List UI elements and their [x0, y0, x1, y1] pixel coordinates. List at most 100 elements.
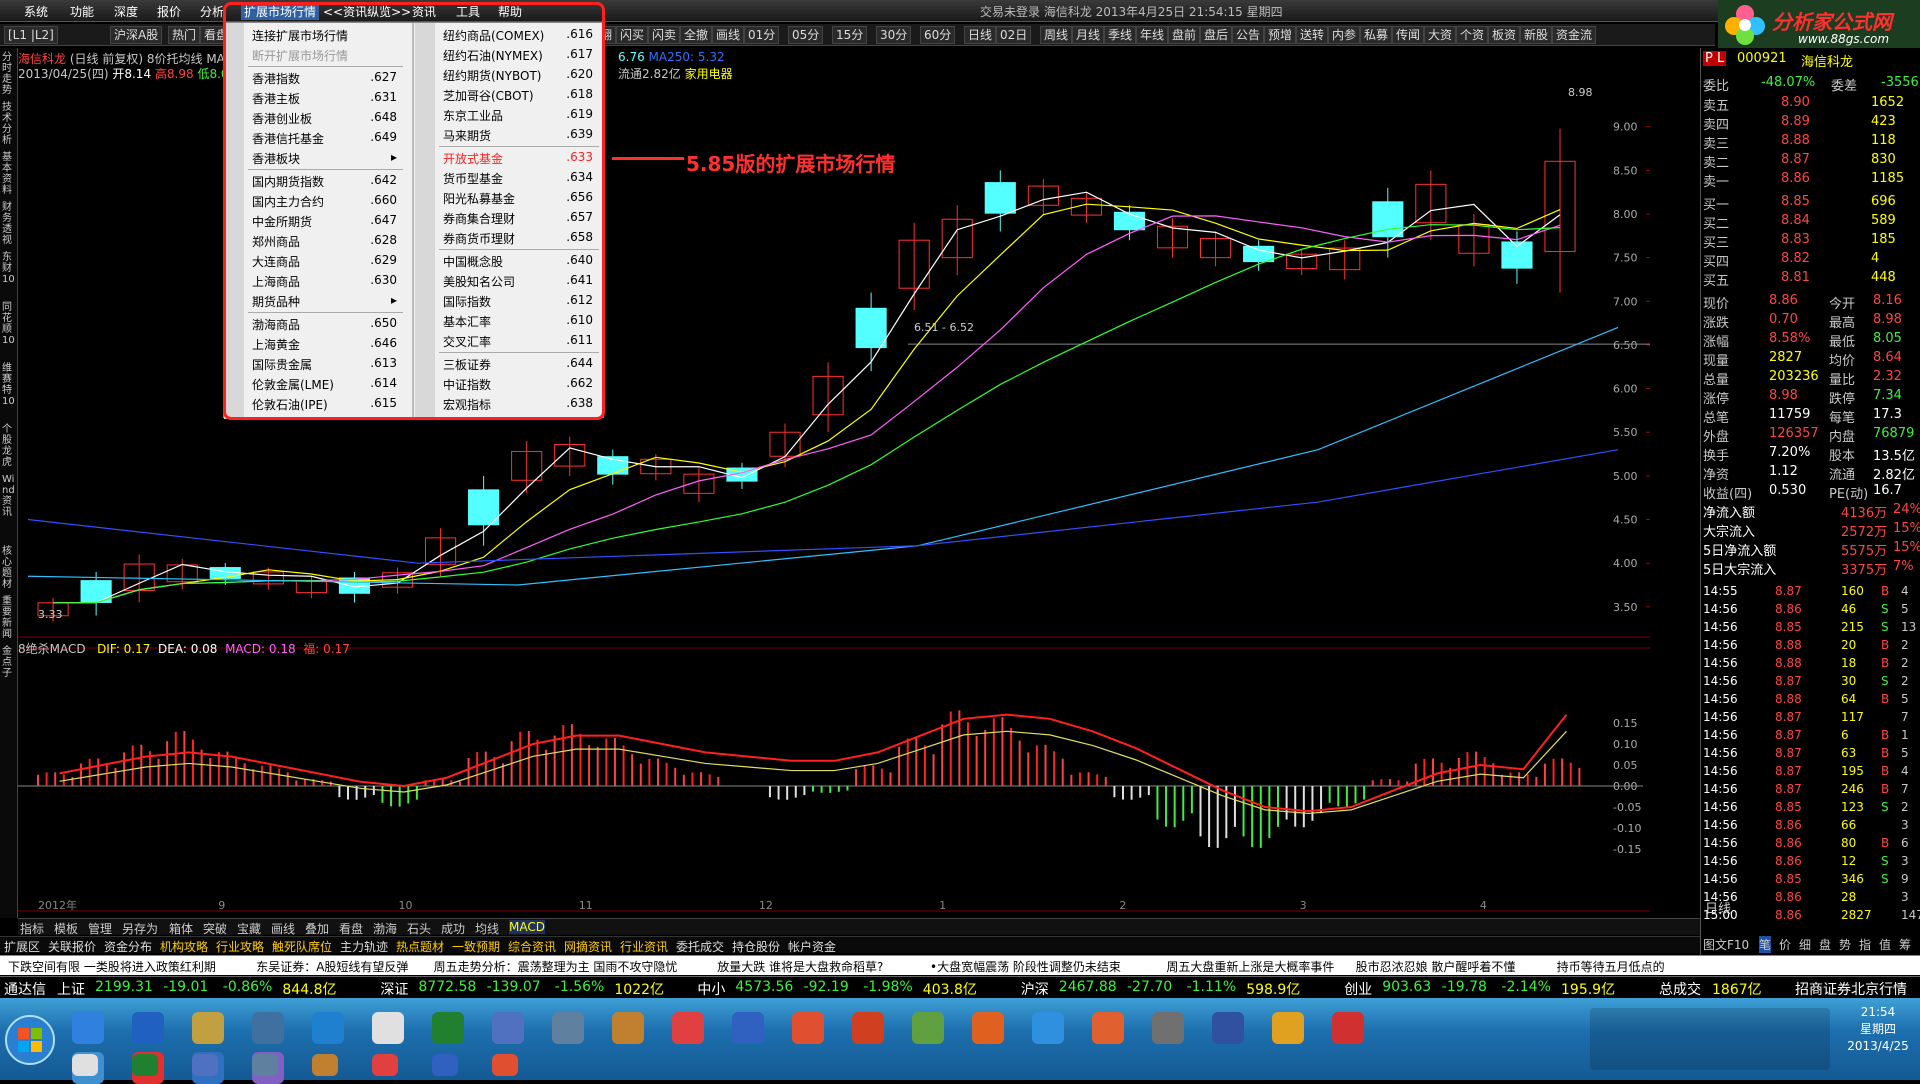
toolbar-button[interactable]: 全撤 — [680, 26, 713, 44]
panel-tab[interactable]: 盘 — [1819, 936, 1831, 953]
toolbar-button[interactable]: 周线 — [1040, 26, 1073, 44]
info-tab[interactable]: 行业攻略 — [216, 938, 264, 955]
left-tab[interactable]: 基本资料 — [2, 152, 16, 196]
toolbar-button[interactable]: 传闻 — [1392, 26, 1425, 44]
dropdown-item[interactable]: 纽约期货(NYBOT) .620 — [443, 67, 593, 86]
dropdown-item[interactable]: 芝加哥谷(CBOT) .618 — [443, 87, 593, 106]
left-tab[interactable]: 维赛特10 — [2, 363, 16, 407]
indicator-tab[interactable]: 箱体 — [169, 920, 193, 937]
dropdown-item[interactable]: 中金所期货 .647 — [252, 213, 397, 232]
toolbar-button[interactable]: 日线 — [964, 26, 997, 44]
info-tab[interactable]: 机构攻略 — [160, 938, 208, 955]
dropdown-item[interactable]: 券商货币理财 .658 — [443, 230, 593, 249]
toolbar-button[interactable]: 30分 — [876, 26, 912, 44]
indicator-tab[interactable]: 另存为 — [122, 920, 158, 937]
dropdown-item[interactable]: 基本汇率 .610 — [443, 313, 593, 332]
dropdown-item[interactable]: 马来期货 .639 — [443, 127, 593, 146]
taskbar-app-icon[interactable] — [732, 1012, 764, 1044]
taskbar-app-icon[interactable] — [192, 1012, 224, 1044]
toolbar-button[interactable]: 15分 — [832, 26, 868, 44]
indicator-tab[interactable]: 渤海 — [373, 920, 397, 937]
dropdown-item[interactable]: 券商集合理财 .657 — [443, 210, 593, 229]
info-tab[interactable]: 帐户资金 — [788, 938, 836, 955]
news-item[interactable]: 持币等待五月低点的 — [1557, 958, 1665, 975]
taskbar-app-icon[interactable] — [492, 1012, 524, 1044]
toolbar-button[interactable]: 新股 — [1520, 26, 1553, 44]
indicator-tab[interactable]: 叠加 — [305, 920, 329, 937]
toolbar-button[interactable]: 个资 — [1456, 26, 1489, 44]
menu-analysis[interactable]: 分析 — [200, 3, 224, 20]
info-tab[interactable]: 资金分布 — [104, 938, 152, 955]
toolbar-button[interactable]: 01分 — [744, 26, 780, 44]
left-tab[interactable]: 技术分析 — [2, 102, 16, 146]
left-tab[interactable]: 东财10 — [2, 252, 16, 285]
taskbar-app-icon[interactable] — [1212, 1012, 1244, 1044]
toolbar-button[interactable]: 画线 — [712, 26, 745, 44]
dropdown-item[interactable]: 国际指数 .612 — [443, 293, 593, 312]
dropdown-item[interactable]: 香港创业板 .648 — [252, 110, 397, 129]
indicator-tab[interactable]: 成功 — [441, 920, 465, 937]
dropdown-item[interactable]: 纽约商品(COMEX) .616 — [443, 27, 593, 46]
toolbar-button[interactable]: 60分 — [920, 26, 956, 44]
info-tab[interactable]: 持仓股份 — [732, 938, 780, 955]
toolbar-button[interactable]: 预增 — [1264, 26, 1297, 44]
toolbar-button[interactable]: 年线 — [1136, 26, 1169, 44]
toolbar-button[interactable]: 公告 — [1232, 26, 1265, 44]
indicator-tab[interactable]: 看盘 — [339, 920, 363, 937]
taskbar-app-icon[interactable] — [492, 1054, 518, 1076]
news-item[interactable]: 放量大跌 谁将是大盘救命稻草? — [717, 958, 883, 975]
toolbar-button[interactable]: 热门 — [168, 26, 201, 44]
panel-tab[interactable]: 筹 — [1899, 936, 1911, 953]
indicator-tab[interactable]: 模板 — [54, 920, 78, 937]
taskbar-app-icon[interactable] — [1032, 1012, 1064, 1044]
dropdown-item[interactable]: 香港主板 .631 — [252, 90, 397, 109]
indicator-tab[interactable]: 石头 — [407, 920, 431, 937]
panel-tab[interactable]: 值 — [1879, 936, 1891, 953]
dropdown-item[interactable]: 连接扩展市场行情 — [252, 27, 397, 46]
dropdown-item[interactable]: 纽约石油(NYMEX) .617 — [443, 47, 593, 66]
news-item[interactable]: •大盘宽幅震荡 阶段性调整仍未结束 — [930, 958, 1121, 975]
toolbar-button[interactable]: 月线 — [1072, 26, 1105, 44]
menu-quote[interactable]: 报价 — [157, 3, 181, 20]
taskbar-app-icon[interactable] — [852, 1012, 884, 1044]
taskbar-app-icon[interactable] — [552, 1012, 584, 1044]
indicator-tab[interactable]: 突破 — [203, 920, 227, 937]
menu-ext-market[interactable]: 扩展市场行情 — [241, 3, 320, 20]
taskbar-app-icon[interactable] — [252, 1012, 284, 1044]
panel-tab[interactable]: 价 — [1779, 936, 1791, 953]
news-item[interactable]: 下跌空间有限 一类股将进入政策红利期 — [8, 958, 216, 975]
taskbar-app-icon[interactable] — [1272, 1012, 1304, 1044]
toolbar-button[interactable]: 内参 — [1328, 26, 1361, 44]
dropdown-item[interactable]: 香港指数 .627 — [252, 70, 397, 89]
taskbar-app-icon[interactable] — [1092, 1012, 1124, 1044]
news-item[interactable]: 周五大盘重新上涨是大概率事件 — [1166, 958, 1334, 975]
left-tab[interactable]: 个股龙虎 — [2, 424, 16, 468]
menu-depth[interactable]: 深度 — [114, 3, 138, 20]
dropdown-item[interactable]: 国内期货指数 .642 — [252, 173, 397, 192]
panel-tab[interactable]: 笔 — [1759, 936, 1772, 953]
toolbar-button[interactable]: 私募 — [1360, 26, 1393, 44]
dropdown-item[interactable]: 中国概念股 .640 — [443, 253, 593, 272]
menu-system[interactable]: 系统 — [24, 3, 48, 20]
left-tab[interactable]: 核心题材 — [2, 546, 16, 590]
menu-info-overview[interactable]: <<资讯纵览>> — [323, 3, 411, 20]
info-tab[interactable]: 网摘资讯 — [564, 938, 612, 955]
menu-function[interactable]: 功能 — [70, 3, 94, 20]
taskbar-app-icon[interactable] — [312, 1012, 344, 1044]
taskbar-app-icon[interactable] — [132, 1012, 164, 1044]
dropdown-item[interactable]: 期货品种 ▸ — [252, 293, 397, 312]
dropdown-item[interactable]: 货币型基金 .634 — [443, 170, 593, 189]
dropdown-item[interactable]: 上海黄金 .646 — [252, 336, 397, 355]
dropdown-item[interactable]: 中证指数 .662 — [443, 376, 593, 395]
dropdown-item[interactable]: 郑州商品 .628 — [252, 233, 397, 252]
info-tab[interactable]: 热点题材 — [396, 938, 444, 955]
dropdown-item[interactable]: 交叉汇率 .611 — [443, 333, 593, 352]
dropdown-item[interactable]: 东京工业品 .619 — [443, 107, 593, 126]
news-item[interactable]: 周五走势分析：震荡整理为主 国雨不攻守隐忧 — [434, 958, 678, 975]
toolbar-button[interactable]: 大资 — [1424, 26, 1457, 44]
toolbar-button[interactable]: 05分 — [788, 26, 824, 44]
taskbar-app-icon[interactable] — [972, 1012, 1004, 1044]
dropdown-item[interactable]: 伦敦石油(IPE) .615 — [252, 396, 397, 415]
left-tab[interactable]: 分时走势 — [2, 52, 16, 96]
taskbar-app-icon[interactable] — [132, 1054, 158, 1076]
